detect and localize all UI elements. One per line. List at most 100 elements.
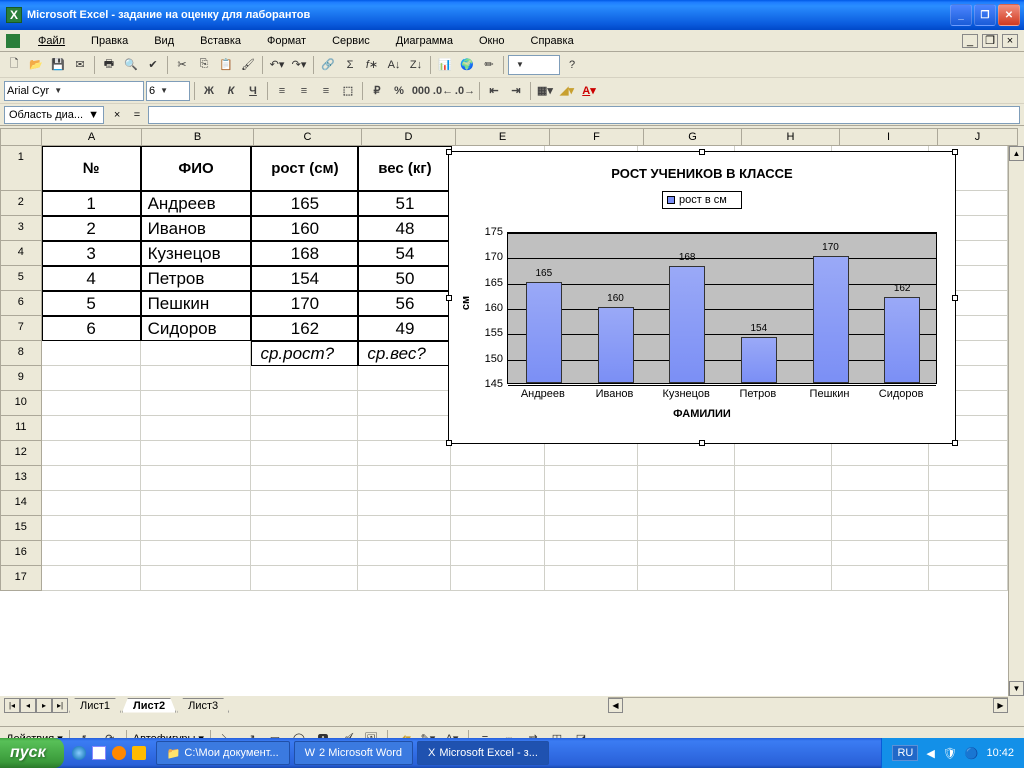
taskbar-item-explorer[interactable]: 📁 С:\Мои документ... [156, 741, 290, 765]
currency-icon[interactable]: ₽ [367, 81, 387, 101]
fx-icon[interactable]: f∗ [362, 55, 382, 75]
cut-icon[interactable]: ✂ [172, 55, 192, 75]
menu-tools[interactable]: Сервис [320, 33, 382, 49]
menu-edit[interactable]: Правка [79, 33, 140, 49]
row-header[interactable]: 14 [0, 491, 42, 516]
menu-help[interactable]: Справка [519, 33, 586, 49]
chart-bar[interactable] [813, 256, 849, 383]
scroll-down-icon[interactable]: ▼ [1009, 681, 1024, 696]
system-tray[interactable]: RU ◀ 🛡 🔵 10:42 [881, 738, 1024, 768]
sort-desc-icon[interactable]: Z↓ [406, 55, 426, 75]
col-header-E[interactable]: E [456, 128, 550, 146]
col-header-C[interactable]: C [254, 128, 362, 146]
scroll-left-icon[interactable]: ◀ [608, 698, 623, 713]
row-header[interactable]: 4 [0, 241, 42, 266]
menu-file[interactable]: Файл [26, 33, 77, 49]
chart-bar[interactable] [598, 307, 634, 383]
row-header[interactable]: 12 [0, 441, 42, 466]
row-header[interactable]: 8 [0, 341, 42, 366]
row-header[interactable]: 6 [0, 291, 42, 316]
font-size-combo[interactable]: 6▼ [146, 81, 190, 101]
menu-view[interactable]: Вид [142, 33, 186, 49]
row-header[interactable]: 9 [0, 366, 42, 391]
inc-indent-icon[interactable]: ⇥ [506, 81, 526, 101]
chart-bar[interactable] [884, 297, 920, 383]
ql-item2-icon[interactable] [132, 746, 146, 760]
help-icon[interactable]: ? [562, 55, 582, 75]
col-header-F[interactable]: F [550, 128, 644, 146]
col-header-B[interactable]: B [142, 128, 254, 146]
preview-icon[interactable]: 🔍 [121, 55, 141, 75]
align-center-icon[interactable]: ≡ [294, 81, 314, 101]
select-all-corner[interactable] [0, 128, 42, 146]
scroll-up-icon[interactable]: ▲ [1009, 146, 1024, 161]
cancel-formula[interactable]: × [108, 109, 126, 121]
tab-nav-prev-icon[interactable]: ◂ [20, 698, 36, 713]
tray-net-icon[interactable]: 🔵 [965, 747, 979, 760]
sheet-tab[interactable]: Лист3 [177, 698, 229, 713]
redo-icon[interactable]: ↷▾ [289, 55, 309, 75]
save-icon[interactable]: 💾 [48, 55, 68, 75]
formula-input[interactable] [148, 106, 1020, 124]
paste-icon[interactable]: 📋 [216, 55, 236, 75]
chart-wizard-icon[interactable]: 📊 [435, 55, 455, 75]
merge-icon[interactable]: ⬚ [338, 81, 358, 101]
taskbar-item-word[interactable]: W 2 Microsoft Word [294, 741, 413, 765]
map-icon[interactable]: 🌍 [457, 55, 477, 75]
tab-nav-last-icon[interactable]: ▸| [52, 698, 68, 713]
sheet-tab[interactable]: Лист2 [122, 698, 176, 713]
bold-icon[interactable]: Ж [199, 81, 219, 101]
new-icon[interactable]: 🗋 [4, 55, 24, 75]
link-icon[interactable]: 🔗 [318, 55, 338, 75]
comma-icon[interactable]: 000 [411, 81, 431, 101]
maximize-button[interactable]: ❐ [974, 4, 996, 26]
mail-icon[interactable]: ✉ [70, 55, 90, 75]
chart-object[interactable]: РОСТ УЧЕНИКОВ В КЛАССЕ рост в см см 1451… [448, 151, 956, 444]
doc-restore-button[interactable]: ❐ [982, 34, 998, 48]
spell-icon[interactable]: ✔ [143, 55, 163, 75]
dec-indent-icon[interactable]: ⇤ [484, 81, 504, 101]
tray-clock[interactable]: 10:42 [986, 747, 1014, 759]
col-header-H[interactable]: H [742, 128, 840, 146]
ql-item-icon[interactable] [112, 746, 126, 760]
minimize-button[interactable]: _ [950, 4, 972, 26]
undo-icon[interactable]: ↶▾ [267, 55, 287, 75]
close-button[interactable]: ✕ [998, 4, 1020, 26]
start-button[interactable]: пуск [0, 738, 64, 768]
row-header[interactable]: 5 [0, 266, 42, 291]
chart-legend[interactable]: рост в см [662, 191, 742, 209]
align-right-icon[interactable]: ≡ [316, 81, 336, 101]
chart-plot-area[interactable]: 165160168154170162 [507, 232, 937, 384]
scroll-right-icon[interactable]: ▶ [993, 698, 1008, 713]
taskbar-item-excel[interactable]: X Microsoft Excel - з... [417, 741, 549, 765]
font-color-icon[interactable]: A▾ [579, 81, 599, 101]
chart-bar[interactable] [526, 282, 562, 383]
vertical-scrollbar[interactable]: ▲ ▼ [1008, 146, 1024, 696]
percent-icon[interactable]: % [389, 81, 409, 101]
row-header[interactable]: 2 [0, 191, 42, 216]
inc-decimal-icon[interactable]: .0← [433, 81, 453, 101]
sheet-tab[interactable]: Лист1 [69, 698, 121, 713]
ql-desktop-icon[interactable] [92, 746, 106, 760]
row-header[interactable]: 16 [0, 541, 42, 566]
font-name-combo[interactable]: Arial Cyr▼ [4, 81, 144, 101]
formula-equals[interactable]: = [130, 109, 144, 121]
dec-decimal-icon[interactable]: .0→ [455, 81, 475, 101]
lang-indicator[interactable]: RU [892, 745, 918, 761]
row-header[interactable]: 17 [0, 566, 42, 591]
drawing-icon[interactable]: ✏ [479, 55, 499, 75]
tray-chevron-icon[interactable]: ◀ [926, 747, 934, 760]
row-header[interactable]: 7 [0, 316, 42, 341]
doc-minimize-button[interactable]: _ [962, 34, 978, 48]
underline-icon[interactable]: Ч [243, 81, 263, 101]
align-left-icon[interactable]: ≡ [272, 81, 292, 101]
sum-icon[interactable]: Σ [340, 55, 360, 75]
tray-volume-icon[interactable]: 🛡 [943, 747, 957, 760]
col-header-A[interactable]: A [42, 128, 142, 146]
horizontal-scrollbar[interactable]: ◀ ▶ [608, 697, 1008, 714]
row-header[interactable]: 1 [0, 146, 42, 191]
zoom-combo[interactable]: ▼ [508, 55, 560, 75]
copy-icon[interactable]: ⎘ [194, 55, 214, 75]
menu-insert[interactable]: Вставка [188, 33, 253, 49]
ql-ie-icon[interactable] [72, 746, 86, 760]
